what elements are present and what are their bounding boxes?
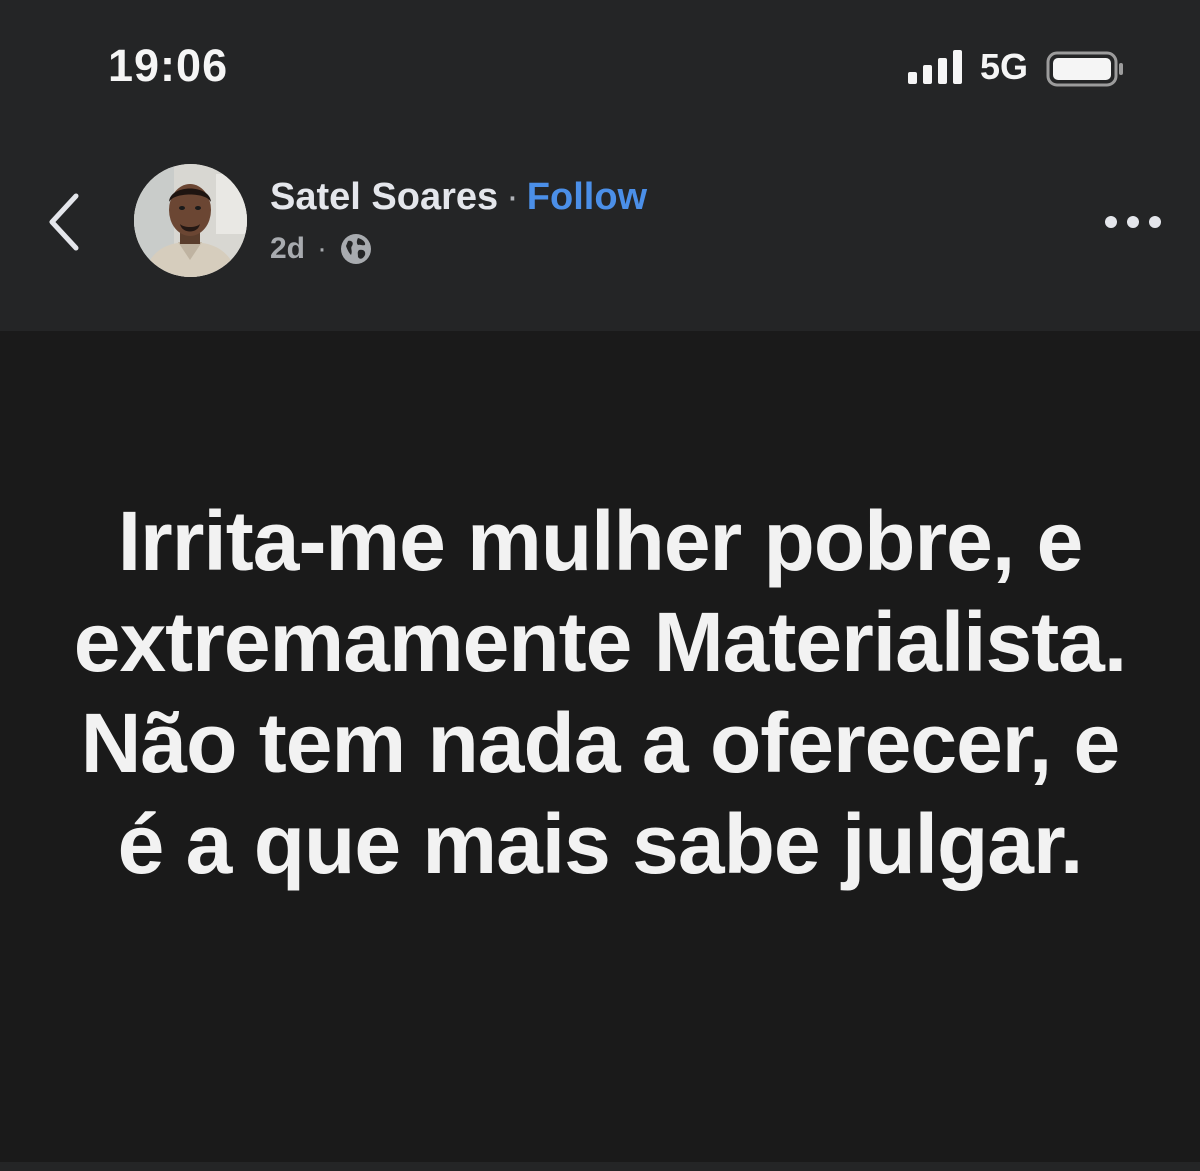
author-line: Satel Soares · Follow [270,176,647,219]
network-label: 5G [980,46,1029,87]
post-timestamp[interactable]: 2d [270,232,305,266]
avatar-photo [134,164,247,277]
globe-icon [341,234,372,264]
bottom-divider [0,1162,1200,1171]
author-name[interactable]: Satel Soares [270,176,498,218]
post-body: Irrita-me mulher pobre, e extremamente M… [0,331,1200,1171]
meta-separator: · [317,232,328,265]
battery-icon [1046,51,1123,87]
post-meta: 2d · [270,232,373,266]
post-header: Satel Soares · Follow 2d · [0,140,1200,331]
avatar[interactable] [134,164,247,277]
status-time: 19:06 [108,40,229,91]
post-text: Irrita-me mulher pobre, e extremamente M… [73,494,1128,891]
back-chevron-icon[interactable] [40,190,90,254]
signal-icon [908,50,962,84]
more-options-icon[interactable] [1100,202,1166,242]
name-separator: · [506,176,519,218]
follow-button[interactable]: Follow [527,176,647,218]
status-bar: 19:06 5G [0,0,1200,140]
